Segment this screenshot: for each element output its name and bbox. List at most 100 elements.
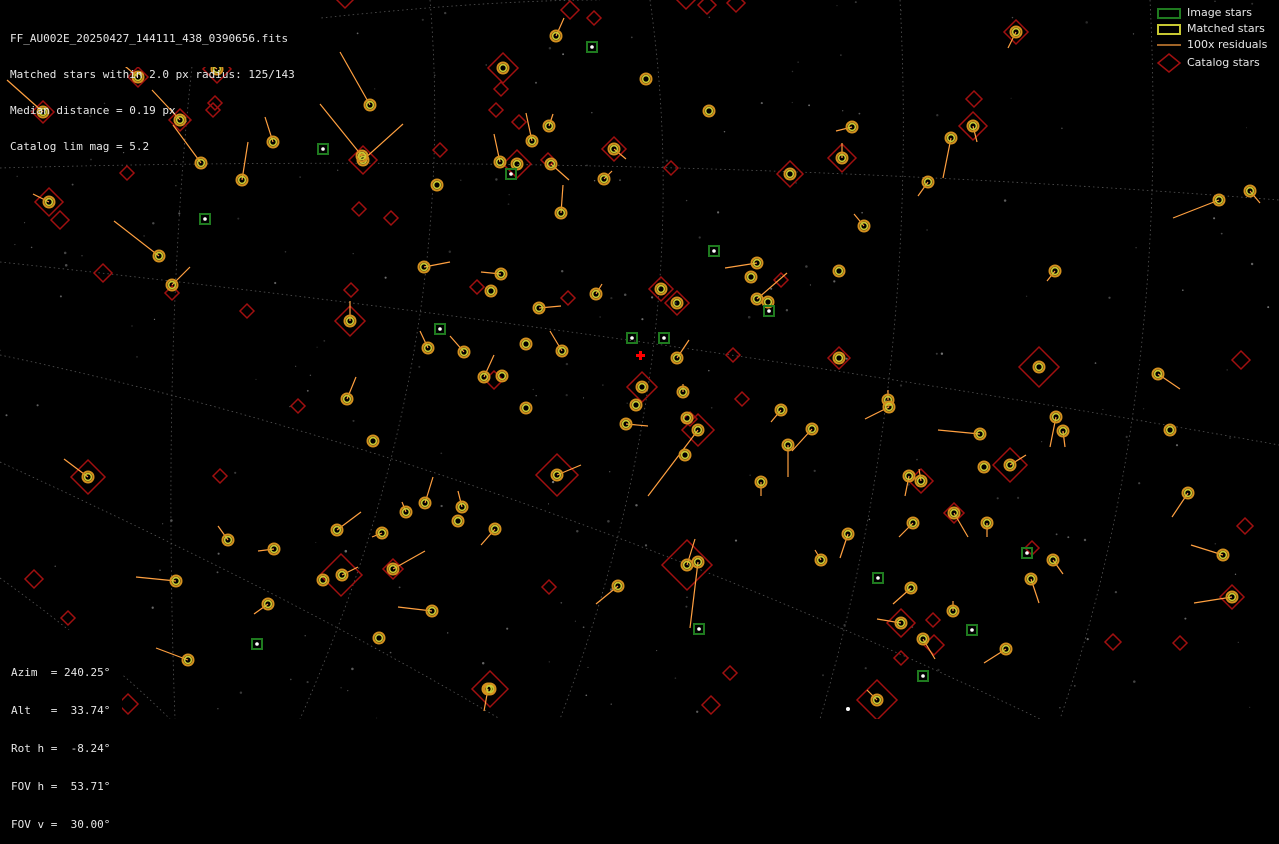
faint-star: [1055, 533, 1058, 536]
rotation-text: Rot h = -8.24°: [11, 742, 111, 755]
matched-star-core: [637, 382, 647, 392]
catalog-star: [510, 113, 528, 131]
image-star-dot: [630, 336, 634, 340]
faint-star: [858, 112, 861, 115]
legend-matched-stars-label: Matched stars: [1187, 22, 1265, 35]
catalog-star: [663, 289, 691, 317]
residual-line: [791, 428, 813, 452]
faint-star: [833, 280, 836, 283]
image-star-dot: [203, 217, 207, 221]
faint-star: [64, 264, 68, 267]
faint-star: [352, 419, 355, 422]
faint-star: [508, 194, 510, 196]
faint-star: [446, 632, 449, 634]
faint-star: [797, 61, 799, 63]
catalog-star: [964, 89, 984, 109]
faint-star: [591, 111, 593, 114]
catalog-star: [892, 649, 910, 667]
catalog-star: [49, 209, 71, 231]
faint-star: [698, 236, 701, 239]
faint-star: [619, 179, 621, 182]
faint-star: [587, 666, 589, 668]
faint-star: [136, 356, 138, 358]
catalog-star: [59, 609, 77, 627]
faint-star: [59, 295, 62, 298]
faint-star: [1214, 542, 1217, 545]
faint-star: [151, 606, 154, 609]
faint-star: [1073, 685, 1076, 687]
altitude-text: Alt = 33.74°: [11, 704, 111, 717]
faint-star: [0, 349, 1, 351]
faint-star: [440, 504, 443, 508]
faint-star: [159, 569, 161, 572]
faint-star: [1184, 617, 1187, 620]
faint-star: [1220, 232, 1223, 235]
faint-star: [36, 404, 39, 407]
faint-star: [306, 681, 309, 684]
matched-star-core: [486, 286, 496, 296]
faint-star: [723, 130, 726, 133]
faint-star: [234, 471, 237, 474]
faint-star: [344, 549, 348, 553]
faint-star: [607, 520, 610, 523]
faint-star: [1237, 641, 1239, 644]
legend-catalog-stars: Catalog stars: [1155, 53, 1271, 73]
matched-star-swatch-icon: [1157, 24, 1181, 35]
catalog-star: [559, 289, 577, 307]
legend-image-stars-label: Image stars: [1187, 6, 1252, 19]
faint-star: [274, 281, 277, 285]
faint-star: [63, 251, 67, 255]
faint-star: [1213, 217, 1216, 220]
faint-star: [351, 667, 354, 671]
faint-star: [1229, 437, 1231, 439]
faint-star: [805, 265, 808, 268]
faint-star: [1133, 680, 1136, 683]
faint-star: [551, 480, 555, 484]
faint-star: [843, 624, 846, 627]
faint-star: [674, 301, 677, 305]
faint-star: [30, 246, 33, 249]
catalog-star: [468, 278, 486, 296]
faint-star: [1102, 408, 1104, 411]
catalog-star: [382, 209, 400, 227]
catalog-star: [675, 0, 697, 11]
grid-line: [1059, 0, 1154, 719]
faint-star: [1011, 16, 1014, 19]
faint-star: [237, 217, 240, 220]
faint-star: [444, 11, 447, 15]
faint-star: [926, 229, 928, 231]
faint-star: [708, 16, 711, 19]
faint-star: [1083, 538, 1087, 542]
pose-info-panel: Azim = 240.25° Alt = 33.74° Rot h = -8.2…: [0, 630, 122, 831]
faint-star: [507, 203, 510, 205]
matched-star-core: [979, 462, 989, 472]
faint-star: [548, 47, 552, 50]
matched-star-core: [1034, 362, 1044, 372]
faint-star: [340, 686, 342, 689]
faint-star: [434, 74, 436, 76]
faint-star: [5, 414, 8, 417]
grid-line: [559, 0, 664, 719]
image-star-dot: [970, 628, 974, 632]
faint-star: [1085, 21, 1088, 24]
faint-star: [717, 211, 720, 214]
faint-star: [585, 694, 588, 697]
catalog-star: [721, 664, 739, 682]
residual-line: [689, 561, 699, 629]
residual-line: [319, 103, 363, 157]
faint-star: [916, 458, 918, 461]
image-star-dot: [438, 327, 442, 331]
faint-star: [175, 185, 177, 187]
image-star-dot: [712, 249, 716, 253]
image-star-dot: [876, 576, 880, 580]
matched-star-core: [834, 266, 844, 276]
faint-star: [217, 708, 219, 710]
faint-star: [347, 689, 349, 692]
faint-star: [217, 552, 220, 555]
matched-star-core: [521, 403, 531, 413]
catalog-star: [211, 467, 229, 485]
faint-star: [1114, 590, 1118, 594]
faint-star: [734, 539, 738, 542]
faint-star: [650, 296, 654, 299]
bright-star: [846, 707, 850, 711]
